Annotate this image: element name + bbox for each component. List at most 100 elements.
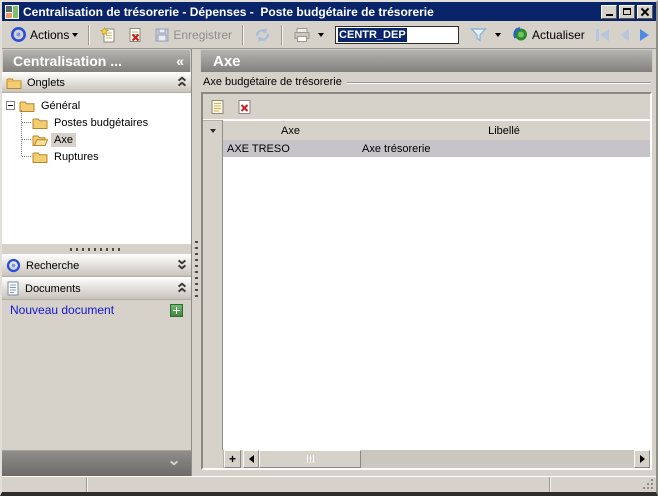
row-indicator-column [203, 120, 223, 450]
tree-item-ruptures[interactable]: Ruptures [32, 148, 191, 165]
save-icon [154, 27, 170, 43]
new-document-icon [210, 99, 225, 115]
save-label: Enregistrer [173, 28, 232, 42]
scroll-right-button[interactable] [634, 450, 650, 468]
content-area: Centralisation ... « Onglets Général [2, 49, 656, 476]
previous-page-icon [620, 29, 629, 41]
sidebar-footer [2, 450, 191, 476]
tree-item-axe[interactable]: Axe [32, 131, 191, 148]
sidebar-collapse-button[interactable]: « [172, 53, 188, 69]
grid-new-row-button[interactable] [207, 97, 227, 117]
refresh-button[interactable] [250, 24, 275, 46]
main-panel: Axe Axe budgétaire de trésorerie [200, 49, 656, 476]
actions-button[interactable]: Actions [6, 23, 82, 46]
application-window: Centralisation de trésorerie - Dépenses … [0, 0, 658, 496]
maximize-icon [623, 8, 631, 15]
horizontal-scrollbar[interactable] [243, 450, 650, 468]
column-header-libelle[interactable]: Libellé [358, 121, 650, 140]
tree-item-postes-budgetaires[interactable]: Postes budgétaires [32, 114, 191, 131]
tree-item-label: Postes budgétaires [51, 116, 151, 130]
footer-chevron-icon[interactable] [170, 462, 179, 466]
add-row-button[interactable]: + [224, 450, 241, 468]
folder-icon [32, 150, 48, 164]
grid-container: Axe Libellé AXE TRESO Axe trésorerie + [201, 92, 652, 470]
tree-item-label: Général [38, 99, 83, 113]
grid-empty-area[interactable] [223, 157, 650, 450]
filter-dropdown-icon[interactable] [495, 33, 501, 37]
next-page-button[interactable] [636, 27, 653, 43]
column-header-axe[interactable]: Axe [223, 121, 358, 140]
cell-libelle: Axe trésorerie [358, 143, 650, 155]
cell-axe: AXE TRESO [223, 143, 358, 155]
status-panel [2, 477, 87, 492]
close-button[interactable] [637, 5, 653, 19]
maximize-button[interactable] [619, 5, 635, 19]
delete-document-icon [127, 27, 143, 43]
sidebar: Centralisation ... « Onglets Général [2, 49, 192, 476]
scroll-left-button[interactable] [243, 450, 259, 468]
tree-connector-line [21, 110, 22, 156]
minimize-icon [606, 14, 613, 16]
status-bar [2, 476, 656, 492]
actions-dropdown-icon [72, 33, 78, 37]
scrollbar-track[interactable] [259, 450, 634, 468]
groupbox-line [347, 82, 651, 84]
grid-data-row[interactable]: AXE TRESO Axe trésorerie [223, 140, 650, 157]
toolbar-separator [242, 25, 244, 45]
scroll-right-icon [640, 455, 645, 463]
actualiser-icon [512, 26, 529, 43]
new-record-button[interactable] [96, 24, 120, 46]
grid-delete-row-button[interactable] [234, 97, 254, 117]
sidebar-header-title: Centralisation ... [13, 53, 172, 69]
splitter-grip-icon [70, 248, 124, 251]
tree-children: Postes budgétaires Axe Ruptures [6, 114, 191, 165]
filter-button[interactable] [466, 24, 505, 46]
folder-icon [32, 116, 48, 130]
actualiser-button[interactable]: Actualiser [508, 23, 589, 46]
documents-panel-header[interactable]: Documents [2, 277, 191, 300]
previous-page-button[interactable] [616, 27, 633, 43]
print-button[interactable] [289, 24, 328, 46]
search-input[interactable]: CENTR_DEP [335, 26, 459, 44]
actualiser-label: Actualiser [532, 28, 585, 42]
status-panel [87, 477, 550, 492]
collapse-expander-icon[interactable] [6, 101, 15, 110]
sidebar-splitter[interactable] [2, 244, 191, 254]
save-button[interactable]: Enregistrer [150, 24, 236, 46]
minimize-button[interactable] [601, 5, 617, 19]
first-page-button[interactable] [592, 27, 613, 43]
print-dropdown-icon[interactable] [318, 33, 324, 37]
scroll-left-icon [249, 455, 254, 463]
onglets-tree: Général Postes budgétaires [2, 93, 191, 244]
grid-corner-cell[interactable] [203, 120, 222, 140]
tree-item-general[interactable]: Général [6, 97, 191, 114]
tree-item-label: Ruptures [51, 150, 102, 164]
main-toolbar: Actions Enregistrer [2, 21, 656, 49]
search-input-value: CENTR_DEP [338, 28, 407, 42]
documents-icon [6, 281, 20, 296]
vertical-splitter[interactable] [192, 49, 200, 476]
onglets-panel-header[interactable]: Onglets [2, 72, 191, 93]
sidebar-header: Centralisation ... « [2, 49, 191, 72]
expand-chevron-icon[interactable] [178, 261, 187, 270]
sidebar-filler [2, 320, 191, 450]
collapse-chevron-icon[interactable] [178, 284, 187, 293]
scrollbar-thumb[interactable] [259, 450, 361, 468]
onglets-panel-title: Onglets [27, 77, 173, 89]
groupbox-label: Axe budgétaire de trésorerie [203, 76, 342, 88]
recherche-panel-header[interactable]: Recherche [2, 254, 191, 277]
printer-icon [293, 27, 311, 43]
status-panel [550, 477, 656, 492]
documents-panel-title: Documents [25, 283, 173, 295]
first-page-arrow-icon [600, 29, 609, 41]
filter-funnel-icon [470, 27, 487, 43]
indicator-footer [203, 450, 224, 468]
new-document-link[interactable]: Nouveau document [10, 303, 170, 317]
delete-record-button[interactable] [123, 24, 147, 46]
add-document-icon[interactable] [170, 304, 183, 317]
resize-grip-icon[interactable] [651, 487, 653, 489]
collapse-chevron-icon[interactable] [178, 78, 187, 87]
window-title: Centralisation de trésorerie - Dépenses … [23, 5, 599, 19]
grid-toolbar [203, 94, 650, 120]
new-document-icon [100, 27, 116, 43]
